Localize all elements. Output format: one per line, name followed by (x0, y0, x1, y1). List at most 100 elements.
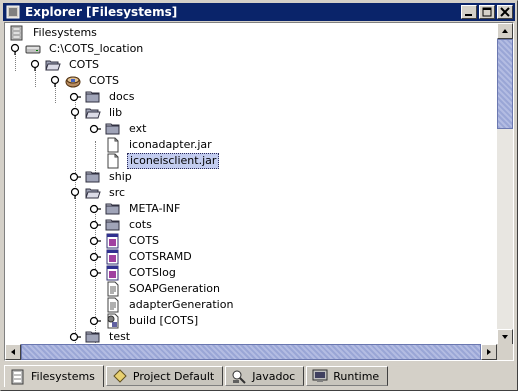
tree-node-label: src (109, 186, 126, 199)
tree-node-iconeisclient-jar[interactable]: iconeisclient.jar (89, 153, 220, 169)
collapsed-handle-icon[interactable] (89, 203, 101, 215)
tree-node-label: COTS (89, 74, 120, 87)
arrow-up-icon (502, 29, 508, 33)
tree-node-cotslog[interactable]: COTSlog (89, 265, 178, 281)
tree-node-label: SOAPGeneration (129, 282, 220, 295)
explorer-tabs: Filesystems Project Default Javadoc Runt… (4, 365, 390, 387)
tree-node-label: build [COTS] (129, 314, 199, 327)
folder-icon (105, 123, 120, 135)
tree-node-label: adapterGeneration (129, 298, 234, 311)
maximize-button[interactable] (479, 5, 495, 19)
collapsed-handle-icon[interactable] (89, 235, 101, 247)
tree-node-label: COTSlog (129, 266, 176, 279)
tree-node-label: C:\COTS_location (49, 42, 144, 55)
tree-node-src[interactable]: src (69, 185, 127, 201)
tree-node-test[interactable]: test (69, 329, 132, 345)
tree-node-label: lib (109, 106, 123, 119)
vertical-scrollbar[interactable] (497, 23, 513, 345)
horizontal-scrollbar[interactable] (5, 344, 497, 360)
tree-node-ship[interactable]: ship (69, 169, 134, 185)
tree-node-label: cots (129, 218, 152, 231)
expanded-handle-icon[interactable] (69, 107, 81, 119)
document-icon (107, 297, 119, 313)
tree-connector (75, 93, 76, 345)
close-button[interactable] (497, 5, 513, 19)
tree-node-filesystems[interactable]: Filesystems (9, 25, 99, 41)
tree-node-label-selected: iconeisclient.jar (127, 153, 220, 169)
document-icon (107, 281, 119, 297)
minimize-button[interactable] (461, 5, 477, 19)
form-icon (106, 265, 119, 281)
title-bar[interactable]: Explorer [Filesystems] (3, 3, 515, 21)
form-icon (106, 249, 119, 265)
collapsed-handle-icon[interactable] (89, 315, 101, 327)
collapsed-handle-icon[interactable] (89, 123, 101, 135)
folder-open-icon (85, 108, 101, 119)
tree-node-cotsramd[interactable]: COTSRAMD (89, 249, 194, 265)
tree-node-cots-src[interactable]: cots (89, 217, 154, 233)
tree-node-label: ext (129, 122, 147, 135)
expanded-handle-icon[interactable] (69, 187, 81, 199)
folder-icon (85, 171, 100, 183)
tree-node-docs[interactable]: docs (69, 89, 137, 105)
build-icon (107, 313, 119, 329)
tree-node-cots-package[interactable]: COTS (49, 73, 121, 89)
tab-runtime[interactable]: Runtime (306, 366, 389, 386)
filesystems-tree[interactable]: Filesystems C:\COTS_location COTS COTS d… (5, 23, 497, 345)
folder-icon (105, 219, 120, 231)
tree-node-cots-location[interactable]: C:\COTS_location (9, 41, 145, 57)
expanded-handle-icon[interactable] (9, 43, 21, 55)
tab-javadoc[interactable]: Javadoc (225, 366, 305, 386)
collapsed-handle-icon[interactable] (69, 91, 81, 103)
collapsed-handle-icon[interactable] (89, 251, 101, 263)
expanded-handle-icon[interactable] (49, 75, 61, 87)
tree-node-label: ship (109, 170, 132, 183)
scroll-up-button[interactable] (497, 23, 513, 39)
tree-node-meta-inf[interactable]: META-INF (89, 201, 182, 217)
tree-node-label: iconadapter.jar (129, 138, 212, 151)
collapsed-handle-icon[interactable] (69, 171, 81, 183)
expanded-handle-icon[interactable] (29, 59, 41, 71)
tab-label: Javadoc (252, 369, 296, 383)
tree-node-label: Filesystems (33, 26, 97, 39)
project-icon (113, 369, 127, 383)
vertical-scroll-thumb[interactable] (497, 39, 513, 129)
collapsed-handle-icon[interactable] (69, 331, 81, 343)
tree-node-cots-folder[interactable]: COTS (29, 57, 101, 73)
scroll-corner (497, 344, 513, 360)
horizontal-scroll-thumb[interactable] (21, 344, 481, 360)
file-icon (107, 137, 119, 153)
scroll-left-button[interactable] (5, 344, 21, 360)
tree-node-build-cots[interactable]: build [COTS] (89, 313, 200, 329)
tab-project-default[interactable]: Project Default (105, 366, 224, 386)
scroll-right-button[interactable] (481, 344, 497, 360)
arrow-down-icon (502, 335, 508, 339)
tree-node-cots-form[interactable]: COTS (89, 233, 161, 249)
tree-node-label: COTS (129, 234, 160, 247)
drive-icon (25, 45, 41, 54)
tree-node-lib[interactable]: lib (69, 105, 124, 121)
tree-node-iconadapter-jar[interactable]: iconadapter.jar (89, 137, 214, 153)
scroll-down-button[interactable] (497, 329, 513, 345)
collapsed-handle-icon[interactable] (89, 267, 101, 279)
tree-node-label: test (109, 330, 131, 343)
tree-node-ext[interactable]: ext (89, 121, 148, 137)
tree-node-label: COTS (69, 58, 100, 71)
tree-node-soapgeneration[interactable]: SOAPGeneration (89, 281, 222, 297)
filesystems-icon (11, 369, 24, 384)
tree-node-label: META-INF (129, 202, 181, 215)
form-icon (106, 233, 119, 249)
file-icon (107, 153, 119, 169)
collapsed-handle-icon[interactable] (89, 219, 101, 231)
close-icon (500, 7, 510, 17)
tab-filesystems[interactable]: Filesystems (4, 365, 104, 387)
folder-open-icon (45, 60, 61, 71)
tree-panel: Filesystems C:\COTS_location COTS COTS d… (4, 22, 514, 361)
filesystems-icon (10, 25, 23, 41)
explorer-window: Explorer [Filesystems] Filesystems C:\CO… (0, 0, 518, 391)
tree-node-adaptergeneration[interactable]: adapterGeneration (89, 297, 235, 313)
javadoc-icon (232, 370, 246, 384)
tab-label: Project Default (132, 369, 215, 383)
window-title: Explorer [Filesystems] (25, 5, 178, 19)
folder-icon (105, 203, 120, 215)
